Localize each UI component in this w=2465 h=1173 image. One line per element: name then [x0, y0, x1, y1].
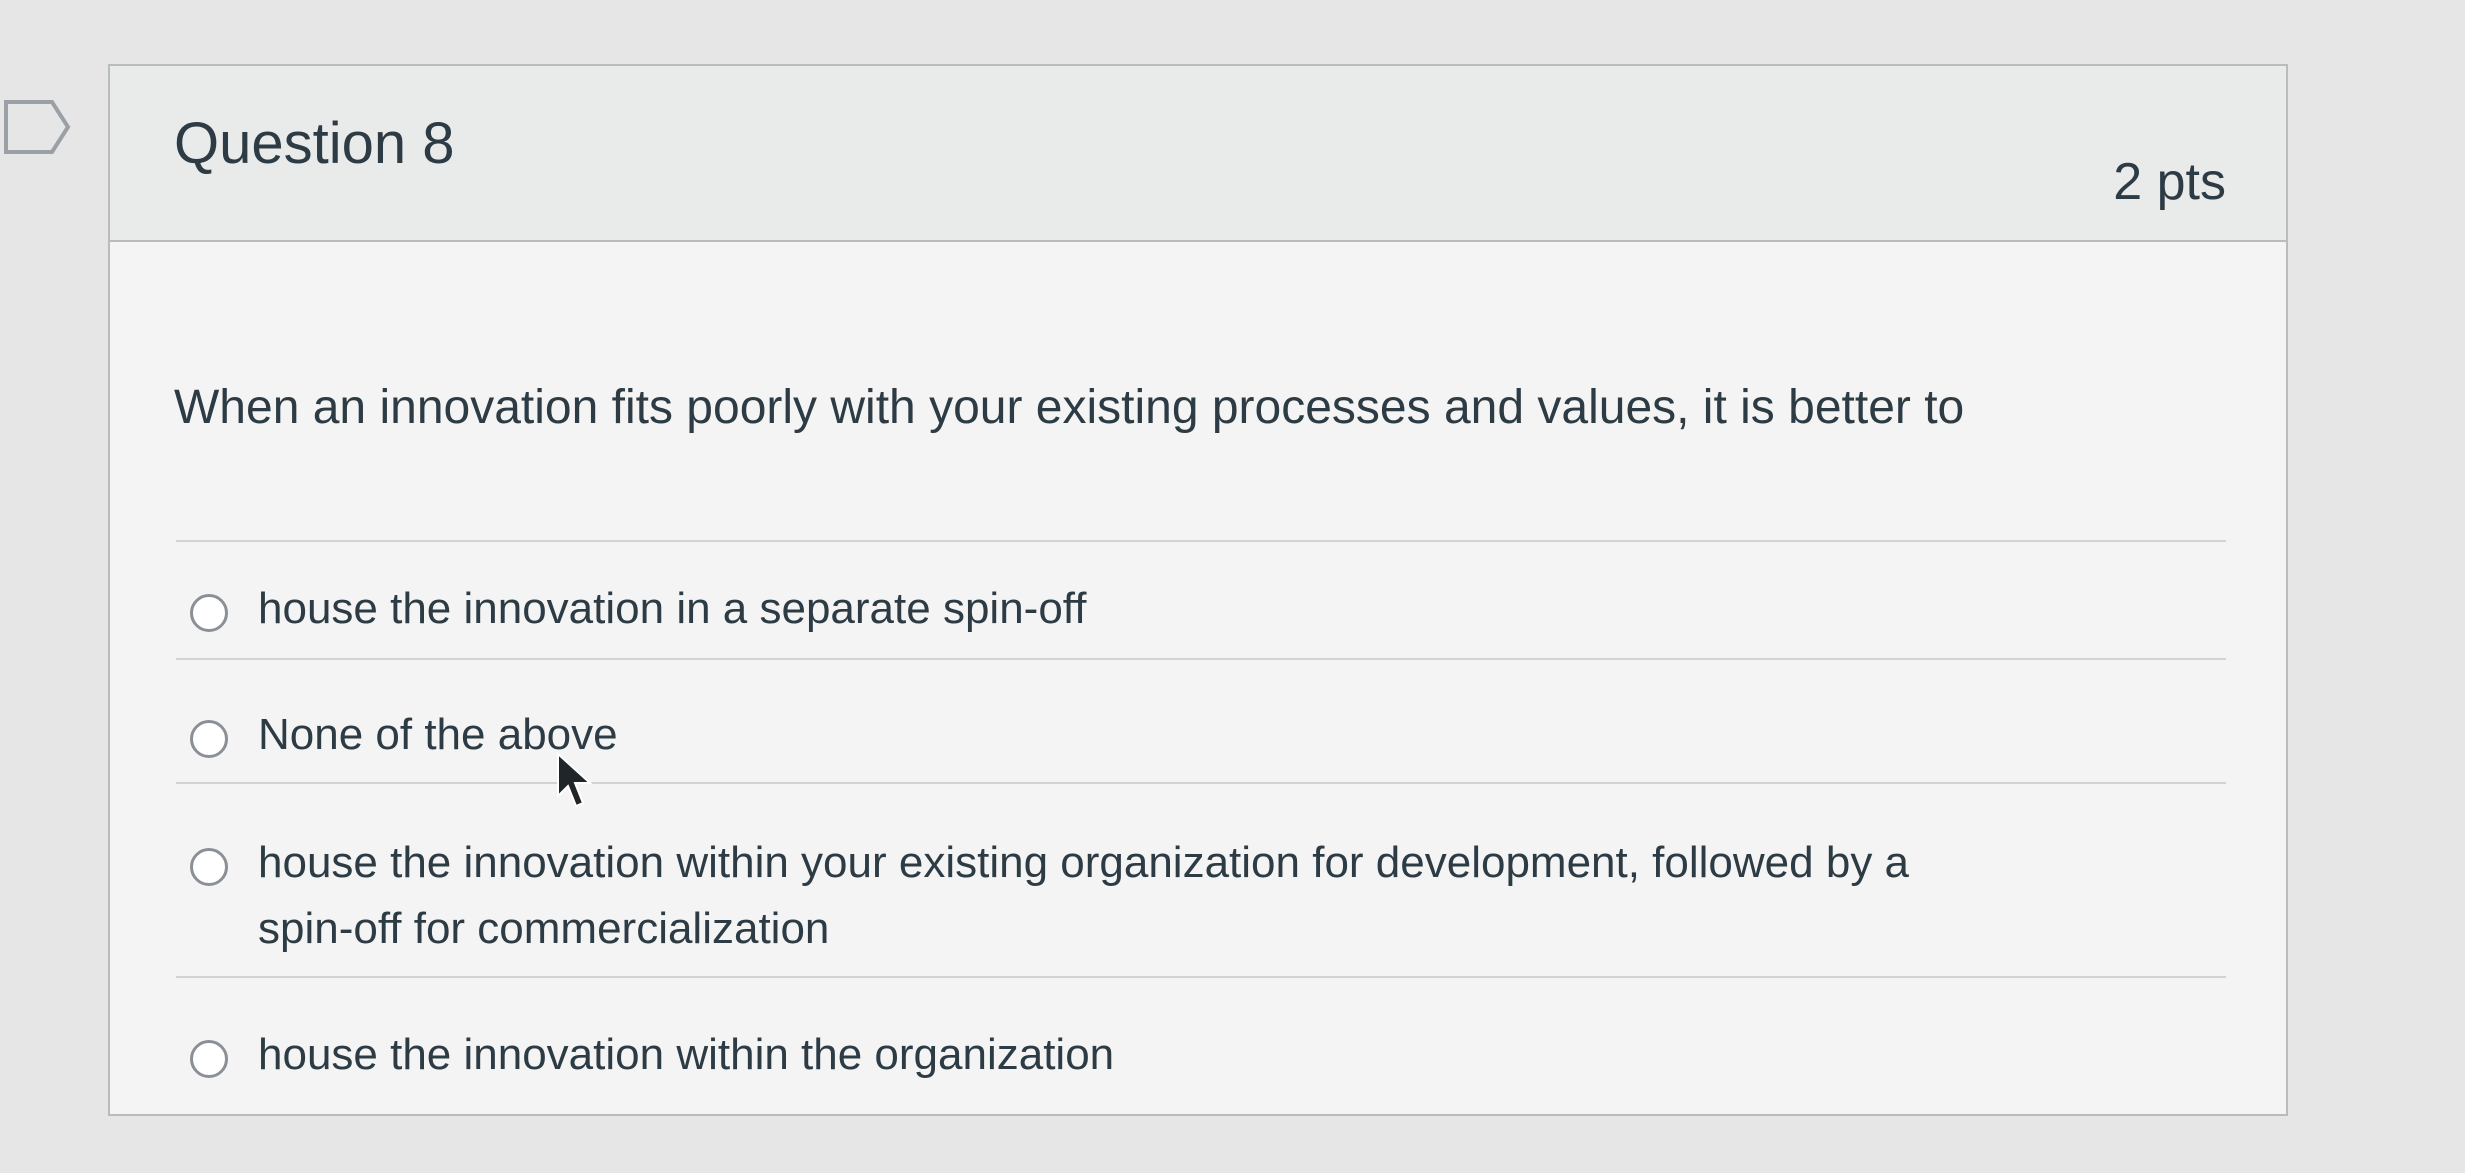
- answer-option-1[interactable]: house the innovation in a separate spin-…: [190, 584, 1958, 642]
- answer-divider: [176, 658, 2226, 660]
- answer-option-2[interactable]: None of the above: [190, 710, 1958, 768]
- question-title: Question 8: [174, 111, 455, 176]
- question-text: When an innovation fits poorly with your…: [174, 381, 1965, 434]
- radio-button[interactable]: [190, 1040, 228, 1078]
- radio-button[interactable]: [190, 720, 228, 758]
- flag-question-icon[interactable]: [2, 96, 74, 158]
- answer-divider: [176, 540, 2226, 542]
- answer-label: None of the above: [258, 710, 618, 759]
- answer-option-3[interactable]: house the innovation within your existin…: [190, 838, 1958, 962]
- radio-button[interactable]: [190, 594, 228, 632]
- answer-label: house the innovation in a separate spin-…: [258, 584, 1087, 633]
- answer-label: house the innovation within the organiza…: [258, 1030, 1115, 1079]
- answer-label: house the innovation within your existin…: [258, 838, 1910, 953]
- answer-divider: [176, 976, 2226, 978]
- radio-button[interactable]: [190, 848, 228, 886]
- question-header: Question 8 2 pts: [110, 66, 2286, 242]
- answer-divider: [176, 782, 2226, 784]
- question-card: Question 8 2 pts When an innovation fits…: [108, 64, 2288, 1116]
- mouse-pointer-icon: [557, 752, 593, 808]
- answer-option-4[interactable]: house the innovation within the organiza…: [190, 1030, 1958, 1088]
- question-points: 2 pts: [2113, 153, 2226, 211]
